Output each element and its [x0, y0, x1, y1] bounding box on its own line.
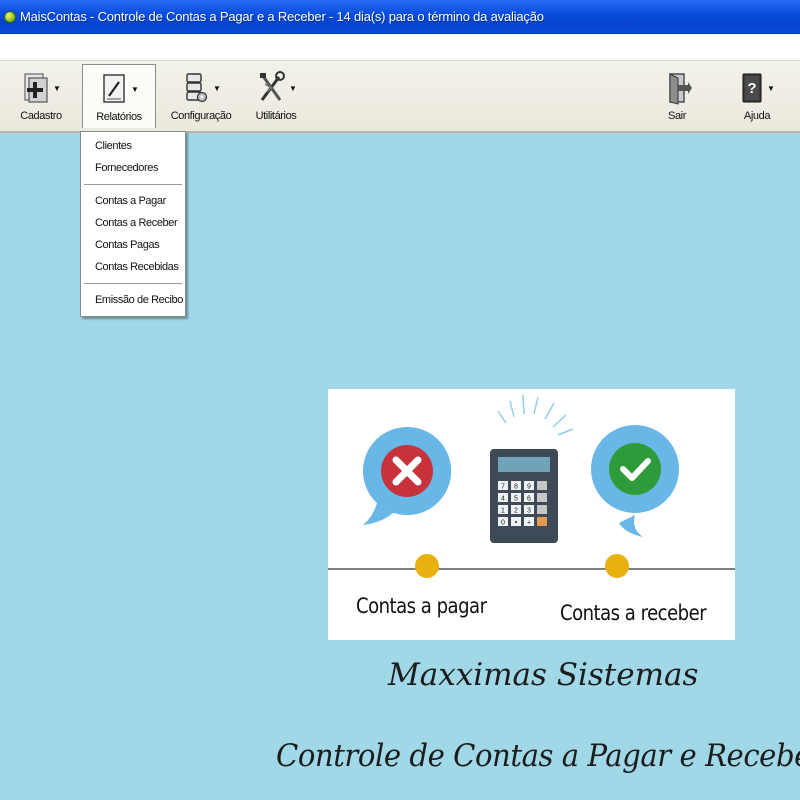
- calculator-key-label: 8: [514, 484, 518, 491]
- chevron-down-icon: ▼: [53, 83, 61, 93]
- toolbar-label: Cadastro: [20, 110, 62, 122]
- toolbar-button-relatorios[interactable]: ▼ Relatórios: [82, 64, 156, 128]
- receive-timeline-dot: [605, 554, 629, 578]
- calculator-key-label: 9: [527, 484, 531, 491]
- report-icon: [103, 74, 125, 103]
- help-book-icon: ?: [742, 73, 762, 103]
- app-globe-icon: [4, 10, 16, 23]
- menu-item-contas-pagas[interactable]: Contas Pagas: [81, 234, 185, 256]
- toolbar-label: Configuração: [170, 110, 232, 122]
- main-toolbar: ▼ Cadastro ▼ Relatórios ▼ Configuração ▼…: [0, 61, 800, 133]
- brand-name: Maxximas Sistemas: [388, 657, 699, 693]
- menu-item-emissao-de-recibo[interactable]: Emissão de Recibo: [81, 289, 185, 311]
- chevron-down-icon: ▼: [213, 83, 221, 93]
- calculator-key-label: 4: [501, 496, 505, 503]
- calculator-key-label: +: [527, 520, 531, 527]
- calculator-sparkle: [497, 394, 574, 436]
- calculator-key: [537, 505, 547, 514]
- calculator-key: [537, 493, 547, 502]
- toolbar-button-ajuda[interactable]: ? ▼ Ajuda: [734, 64, 780, 128]
- window-titlebar[interactable]: MaisContas - Controle de Contas a Pagar …: [0, 0, 800, 34]
- chevron-down-icon: ▼: [767, 83, 775, 93]
- chevron-down-icon: ▼: [131, 84, 139, 94]
- calculator-key-label: 7: [501, 484, 505, 491]
- relatorios-dropdown-menu: Clientes Fornecedores Contas a Pagar Con…: [80, 131, 186, 317]
- calculator-key-label: 0: [501, 520, 505, 527]
- toolbar-button-utilitarios[interactable]: ▼ Utilitários: [248, 64, 304, 128]
- menu-item-contas-a-receber[interactable]: Contas a Receber: [81, 212, 185, 234]
- toolbar-label: Ajuda: [743, 110, 771, 122]
- toolbar-label: Relatórios: [96, 111, 142, 123]
- menu-item-clientes[interactable]: Clientes: [81, 135, 185, 157]
- config-icon: [186, 73, 208, 103]
- calculator-key: [537, 517, 547, 526]
- calculator-key-label: 3: [527, 508, 531, 515]
- menu-item-contas-recebidas[interactable]: Contas Recebidas: [81, 256, 185, 278]
- menu-separator: [84, 283, 182, 284]
- menu-bar: [0, 34, 800, 61]
- reject-bubble: [363, 426, 452, 525]
- calculator-key-label: 6: [527, 496, 531, 503]
- pay-timeline-dot: [415, 554, 439, 578]
- calculator-key-label: 2: [514, 508, 518, 515]
- svg-text:?: ?: [747, 80, 756, 97]
- promo-label-receber: Contas a receber: [560, 601, 707, 625]
- toolbar-button-sair[interactable]: Sair: [656, 64, 698, 128]
- toolbar-label: Utilitários: [255, 110, 297, 122]
- product-name: Controle de Contas a Pagar e Receber: [276, 738, 800, 774]
- tools-icon: [260, 71, 286, 101]
- menu-item-fornecedores[interactable]: Fornecedores: [81, 157, 185, 179]
- exit-door-icon: [669, 73, 692, 105]
- toolbar-button-configuracao[interactable]: ▼ Configuração: [170, 64, 232, 128]
- add-document-icon: [24, 73, 48, 103]
- calculator-key-label: 1: [501, 508, 505, 515]
- toolbar-label: Sair: [668, 110, 686, 122]
- calculator-key: [537, 481, 547, 490]
- menu-item-contas-a-pagar[interactable]: Contas a Pagar: [81, 190, 185, 212]
- chevron-down-icon: ▼: [289, 83, 297, 93]
- menu-separator: [84, 184, 182, 185]
- window-title: MaisContas - Controle de Contas a Pagar …: [20, 9, 544, 24]
- promo-illustration: 7 8 9 4 5 6 1 2 3 0 • + Contas a pagar Contas a rec…: [328, 389, 735, 640]
- promo-label-pagar: Contas a pagar: [356, 594, 487, 618]
- toolbar-button-cadastro[interactable]: ▼ Cadastro: [14, 64, 68, 128]
- calculator-key-label: 5: [514, 496, 518, 503]
- approve-bubble: [591, 425, 679, 537]
